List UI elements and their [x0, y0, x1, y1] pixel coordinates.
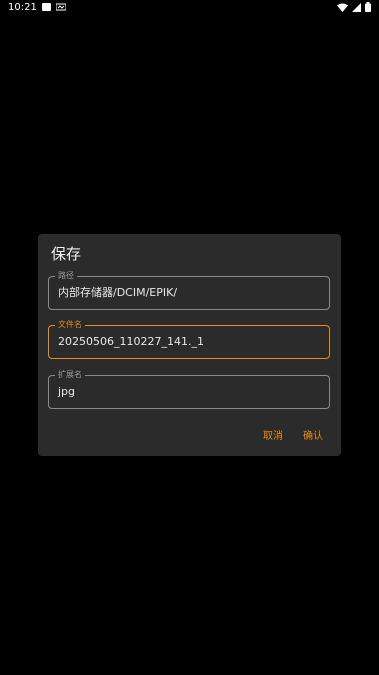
extension-field[interactable]: 扩展名 jpg	[48, 370, 330, 409]
confirm-button[interactable]: 确认	[303, 430, 323, 444]
extension-field-label: 扩展名	[55, 370, 85, 380]
path-field-value: 内部存储器/DCIM/EPIK/	[58, 286, 178, 299]
path-field-label: 路径	[55, 271, 77, 281]
dialog-title: 保存	[51, 245, 82, 263]
extension-field-value: jpg	[58, 385, 76, 398]
notification-square-icon	[41, 3, 51, 11]
filename-field[interactable]: 文件名 20250506_110227_141._1	[48, 320, 330, 359]
status-bar: 10:21	[0, 0, 379, 14]
wifi-icon	[337, 3, 348, 12]
path-field[interactable]: 路径 内部存储器/DCIM/EPIK/	[48, 271, 330, 310]
status-bar-right	[337, 2, 379, 12]
filename-field-value: 20250506_110227_141._1	[58, 335, 204, 348]
save-dialog: 保存 路径 内部存储器/DCIM/EPIK/ 文件名 20250506_1102…	[38, 234, 341, 456]
filename-field-label: 文件名	[55, 320, 85, 330]
signal-icon	[352, 2, 361, 12]
battery-icon	[365, 2, 371, 12]
cancel-button[interactable]: 取消	[263, 430, 283, 444]
cast-icon	[55, 3, 66, 11]
status-time: 10:21	[8, 1, 37, 13]
status-bar-left: 10:21	[0, 2, 66, 13]
